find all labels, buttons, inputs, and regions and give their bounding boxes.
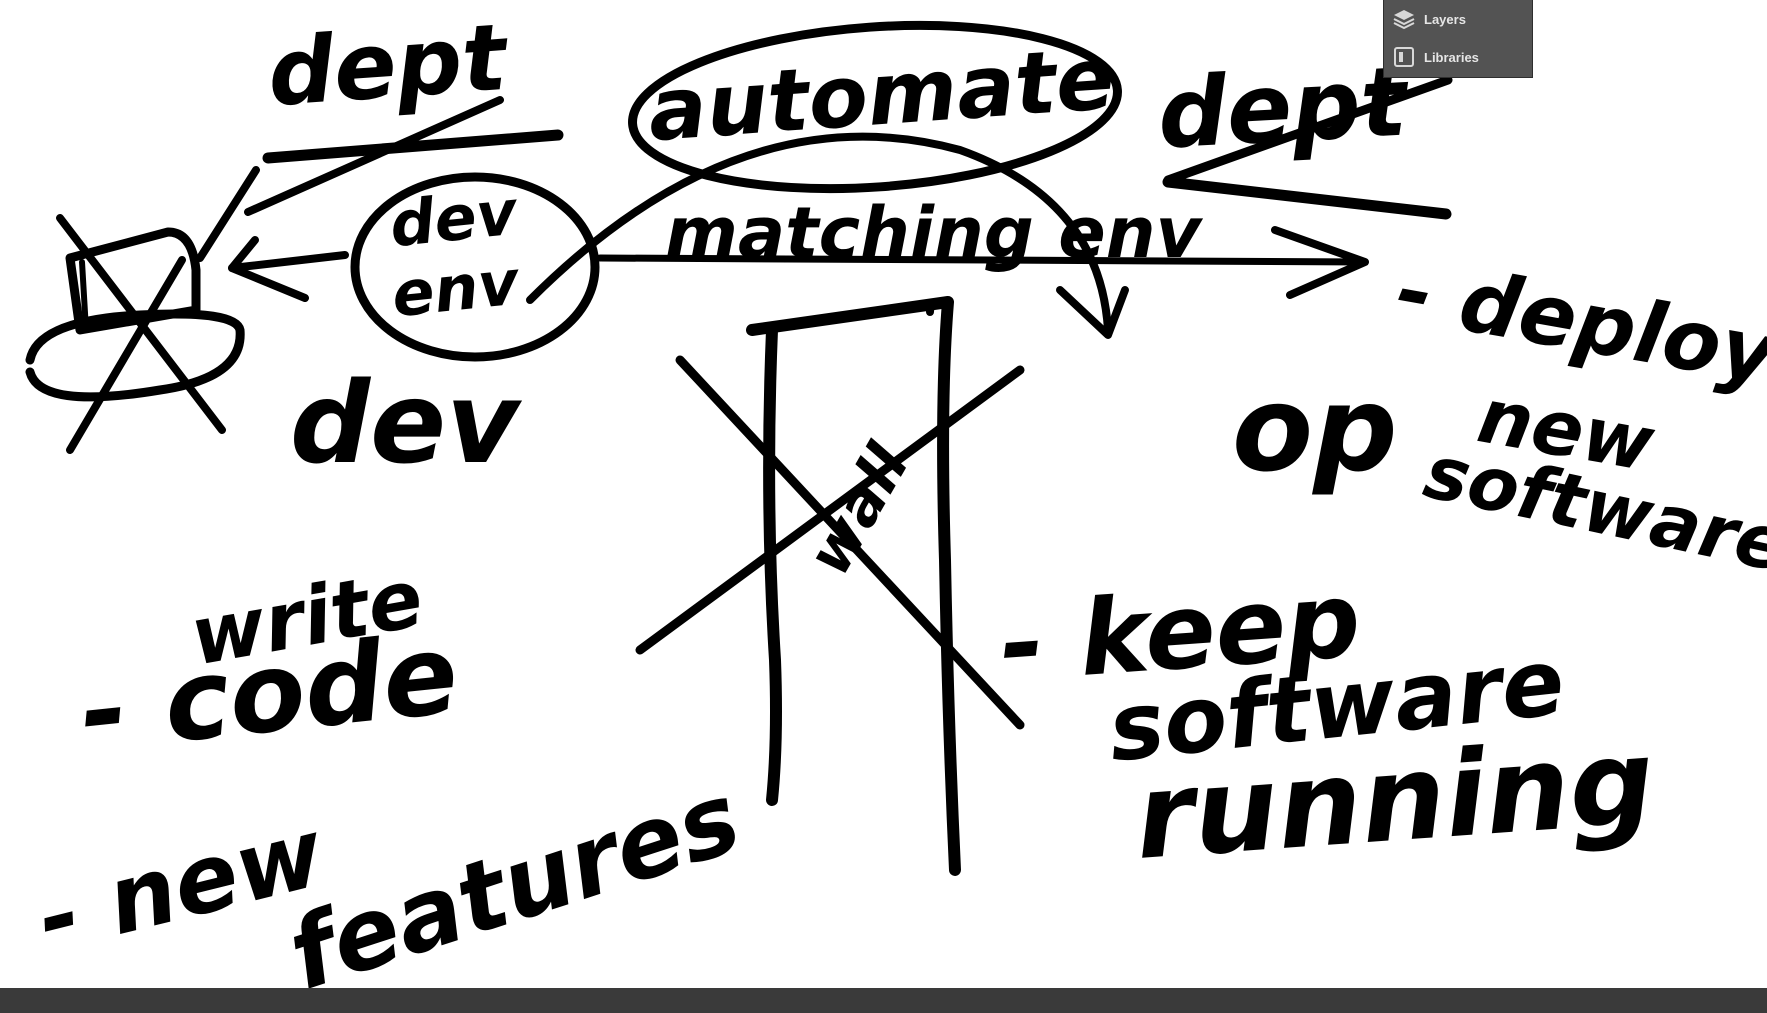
op-label: op [1232, 360, 1398, 498]
keep-running-label: running [1130, 712, 1659, 886]
libraries-label: Libraries [1424, 49, 1479, 65]
layers-label: Layers [1424, 11, 1466, 27]
bottom-edge [0, 988, 1767, 993]
dev-label: dev [290, 359, 520, 489]
computer-sketch [25, 214, 245, 454]
libraries-icon [1384, 46, 1424, 68]
dept-left-label: dept [264, 3, 510, 128]
libraries-panel-button[interactable]: Libraries [1384, 38, 1534, 76]
layers-icon [1384, 8, 1424, 30]
panel-dock: Layers Libraries [1383, 0, 1533, 78]
dev-env-label-1: dev [386, 175, 521, 262]
dept-right-label: dept [1155, 45, 1410, 171]
dev-env-label-2: env [388, 245, 523, 332]
layers-panel-button[interactable]: Layers [1384, 0, 1534, 38]
whiteboard-canvas[interactable]: dept automate dept dev env matching env … [0, 0, 1767, 1013]
matching-env-label: matching env [665, 192, 1202, 274]
